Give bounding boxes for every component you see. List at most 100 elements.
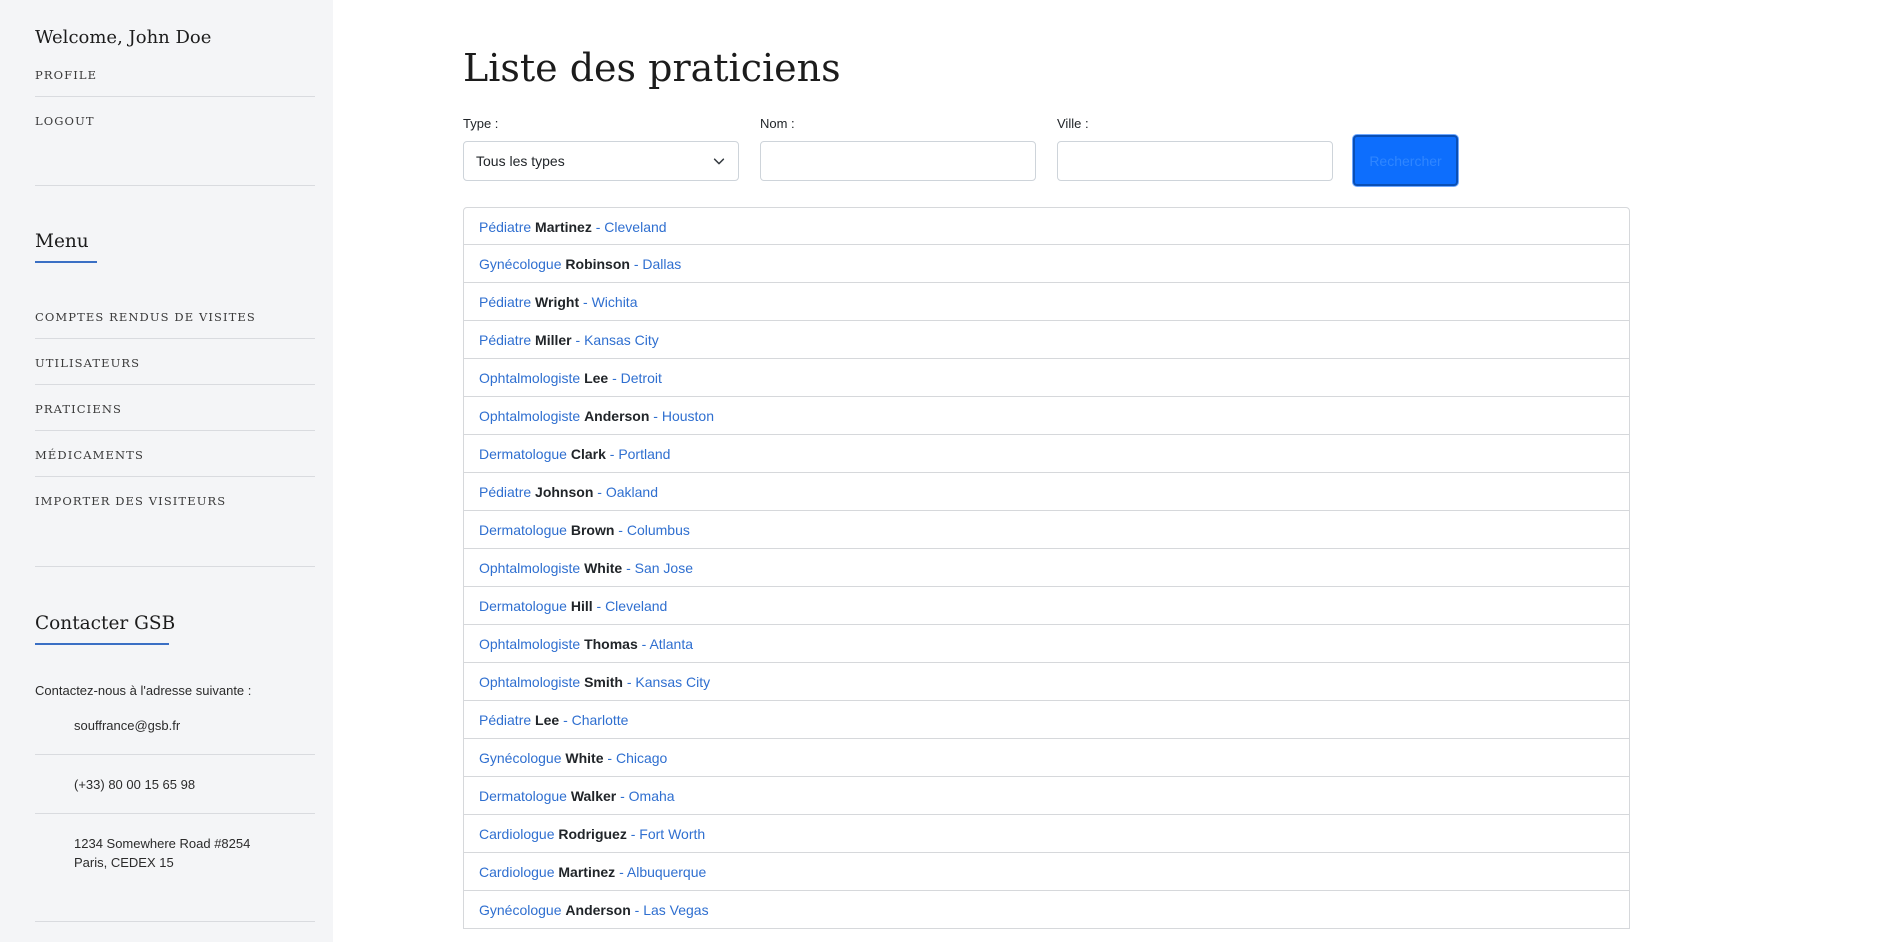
practitioner-city: Detroit (620, 370, 662, 386)
practitioner-city: Kansas City (635, 674, 711, 690)
divider (35, 430, 315, 431)
separator: - (626, 674, 632, 690)
practitioner-type: Cardiologue (479, 826, 555, 842)
list-item[interactable]: Cardiologue Rodriguez - Fort Worth (463, 815, 1630, 853)
separator: - (634, 902, 640, 918)
practitioner-city: Albuquerque (626, 864, 707, 880)
separator: - (618, 522, 623, 538)
heading-underline (35, 261, 97, 263)
city-input[interactable] (1057, 141, 1333, 181)
separator: - (619, 864, 624, 880)
type-select[interactable]: Tous les types (463, 141, 739, 181)
practitioner-city: Fort Worth (639, 826, 706, 842)
list-item[interactable]: Ophtalmologiste Anderson - Houston (463, 397, 1630, 435)
contact-phone: (+33) 80 00 15 65 98 (74, 777, 196, 792)
divider (35, 384, 315, 385)
separator: - (612, 370, 617, 386)
practitioner-city: Las Vegas (643, 902, 709, 918)
name-input[interactable] (760, 141, 1036, 181)
list-item[interactable]: Pédiatre Miller - Kansas City (463, 321, 1630, 359)
list-item[interactable]: Dermatologue Walker - Omaha (463, 777, 1630, 815)
practitioner-city: Omaha (628, 788, 675, 804)
divider (35, 813, 315, 814)
practitioner-city: Houston (661, 408, 715, 424)
divider (35, 566, 315, 567)
practitioner-type: Ophtalmologiste (479, 370, 581, 386)
practitioner-name: Brown (570, 522, 615, 538)
menu-item-comptes-rendus[interactable]: COMPTES RENDUS DE VISITES (35, 310, 256, 324)
list-item[interactable]: Dermatologue Clark - Portland (463, 435, 1630, 473)
practitioner-name: Thomas (584, 636, 638, 652)
list-item[interactable]: Ophtalmologiste Lee - Detroit (463, 359, 1630, 397)
profile-link[interactable]: PROFILE (35, 68, 97, 82)
practitioner-city: Portland (618, 446, 671, 462)
contact-address-line1: 1234 Somewhere Road #8254 (74, 836, 251, 851)
practitioner-city: Charlotte (571, 712, 629, 728)
heading-underline (35, 643, 169, 645)
divider (35, 185, 315, 186)
list-item[interactable]: Dermatologue Brown - Columbus (463, 511, 1630, 549)
menu-item-utilisateurs[interactable]: UTILISATEURS (35, 356, 140, 370)
practitioner-name: White (584, 560, 623, 576)
list-item[interactable]: Pédiatre Martinez - Cleveland (463, 207, 1630, 245)
practitioner-type: Gynécologue (479, 902, 562, 918)
separator: - (630, 826, 636, 842)
practitioner-type: Pédiatre (479, 294, 532, 310)
practitioner-name: Wright (535, 294, 580, 310)
list-item[interactable]: Cardiologue Martinez - Albuquerque (463, 853, 1630, 891)
sidebar: Welcome, John Doe PROFILE LOGOUT Menu CO… (0, 0, 333, 942)
list-item[interactable]: Dermatologue Hill - Cleveland (463, 587, 1630, 625)
separator: - (641, 636, 647, 652)
welcome-text: Welcome, John Doe (35, 27, 212, 48)
practitioner-type: Ophtalmologiste (479, 560, 581, 576)
list-item[interactable]: Gynécologue Robinson - Dallas (463, 245, 1630, 283)
separator: - (653, 408, 658, 424)
contact-heading: Contacter GSB (35, 613, 176, 634)
divider (35, 338, 315, 339)
menu-item-praticiens[interactable]: PRATICIENS (35, 402, 122, 416)
list-item[interactable]: Ophtalmologiste Thomas - Atlanta (463, 625, 1630, 663)
practitioner-list: Pédiatre Martinez - Cleveland Gynécologue… (463, 207, 1630, 929)
practitioner-type: Gynécologue (479, 750, 562, 766)
list-item[interactable]: Gynécologue Anderson - Las Vegas (463, 891, 1630, 929)
divider (35, 754, 315, 755)
practitioner-name: Hill (570, 598, 593, 614)
practitioner-city: Cleveland (604, 219, 667, 235)
practitioner-name: Lee (584, 370, 609, 386)
list-item[interactable]: Pédiatre Lee - Charlotte (463, 701, 1630, 739)
practitioner-city: San Jose (634, 560, 693, 576)
list-item[interactable]: Ophtalmologiste Smith - Kansas City (463, 663, 1630, 701)
chevron-down-icon (713, 158, 725, 165)
search-button[interactable]: Rechercher (1353, 135, 1458, 186)
practitioner-name: Rodriguez (558, 826, 627, 842)
logout-link[interactable]: LOGOUT (35, 114, 95, 128)
practitioner-name: White (565, 750, 604, 766)
practitioner-city: Wichita (591, 294, 638, 310)
practitioner-name: Robinson (565, 256, 630, 272)
practitioner-city: Atlanta (649, 636, 694, 652)
list-item[interactable]: Pédiatre Johnson - Oakland (463, 473, 1630, 511)
type-label: Type : (463, 116, 499, 131)
menu-heading: Menu (35, 231, 89, 252)
practitioner-city: Dallas (642, 256, 682, 272)
list-item[interactable]: Ophtalmologiste White - San Jose (463, 549, 1630, 587)
menu-item-importer-visiteurs[interactable]: IMPORTER DES VISITEURS (35, 494, 226, 508)
practitioner-type: Dermatologue (479, 522, 567, 538)
divider (35, 476, 315, 477)
practitioner-type: Ophtalmologiste (479, 674, 581, 690)
practitioner-type: Pédiatre (479, 484, 532, 500)
separator: - (609, 446, 615, 462)
practitioner-type: Ophtalmologiste (479, 408, 581, 424)
practitioner-type: Gynécologue (479, 256, 562, 272)
divider (35, 921, 315, 922)
divider (35, 96, 315, 97)
list-item[interactable]: Pédiatre Wright - Wichita (463, 283, 1630, 321)
separator: - (597, 484, 602, 500)
practitioner-name: Martinez (558, 864, 616, 880)
menu-item-medicaments[interactable]: MÉDICAMENTS (35, 448, 144, 462)
contact-address-line2: Paris, CEDEX 15 (74, 855, 174, 870)
practitioner-type: Dermatologue (479, 598, 567, 614)
practitioner-city: Kansas City (584, 332, 659, 348)
name-label: Nom : (760, 116, 795, 131)
list-item[interactable]: Gynécologue White - Chicago (463, 739, 1630, 777)
